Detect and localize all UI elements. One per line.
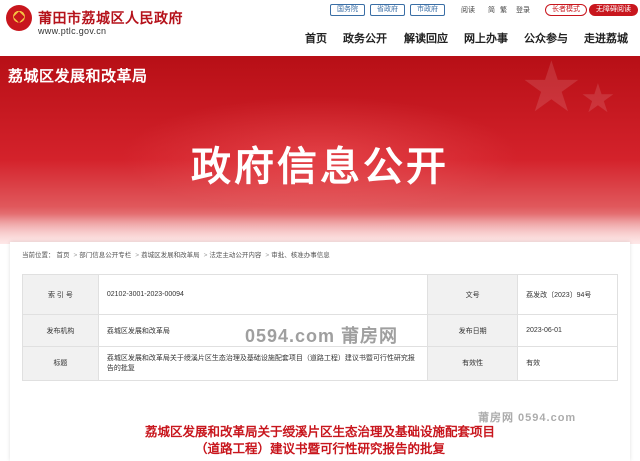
breadcrumb-item[interactable]: 荔城区发展和改革局	[141, 252, 200, 259]
breadcrumb-item[interactable]: 审批、核准办事信息	[271, 252, 330, 259]
title-value: 荔城区发展和改革局关于绶溪片区生态治理及基础设施配套项目（道路工程）建议书暨可行…	[97, 346, 429, 381]
breadcrumb: 当前位置： 首页 > 部门信息公开专栏 > 荔城区发展和改革局 > 法定主动公开内容 > 审批、核…	[22, 249, 332, 259]
document-title-line: 荔城区发展和改革局关于绶溪片区生态治理及基础设施配套项目	[144, 425, 495, 439]
breadcrumb-item[interactable]: 法定主动公开内容	[209, 252, 261, 259]
breadcrumb-separator: >	[73, 252, 78, 259]
publish-date-value: 2023-06-01	[517, 314, 618, 347]
document-title: 荔城区发展和改革局关于绶溪片区生态治理及基础设施配套项目 （道路工程）建议书暨可…	[10, 424, 630, 458]
banner-title: 政府信息公开	[191, 145, 449, 189]
traditional-link[interactable]: 繁	[500, 5, 507, 15]
breadcrumb-separator: >	[135, 252, 140, 259]
breadcrumb-item[interactable]: 首页	[57, 252, 70, 259]
top-link-province[interactable]: 省政府	[370, 4, 405, 16]
nav-home[interactable]: 首页	[305, 30, 327, 46]
document-title-line: （道路工程）建议书暨可行性研究报告的批复	[194, 442, 445, 456]
star-decoration-icon: ★	[580, 77, 616, 121]
elder-mode-button[interactable]: 长者模式	[545, 4, 587, 16]
validity-value: 有效	[517, 346, 618, 381]
top-link-state-council[interactable]: 国务院	[330, 4, 365, 16]
nav-interpretation[interactable]: 解读回应	[404, 30, 448, 46]
document-number-value: 荔发改〔2023〕94号	[517, 274, 618, 315]
table-row: 标题 荔城区发展和改革局关于绶溪片区生态治理及基础设施配套项目（道路工程）建议书…	[22, 346, 618, 381]
site-title[interactable]: 莆田市荔城区人民政府	[38, 8, 183, 28]
site-header: 莆田市荔城区人民政府 www.ptlc.gov.cn 国务院 省政府 市政府 阅…	[0, 0, 640, 56]
site-url: www.ptlc.gov.cn	[38, 26, 107, 36]
title-label: 标题	[22, 346, 99, 381]
breadcrumb-item[interactable]: 部门信息公开专栏	[79, 252, 131, 259]
breadcrumb-separator: >	[203, 252, 208, 259]
publisher-label: 发布机构	[22, 314, 99, 347]
nav-online-services[interactable]: 网上办事	[464, 30, 508, 46]
read-aloud-link[interactable]: 阅读	[461, 5, 475, 15]
accessibility-button[interactable]: 无障碍阅读	[589, 4, 638, 16]
nav-about-licheng[interactable]: 走进荔城	[584, 30, 628, 46]
page: 莆田市荔城区人民政府 www.ptlc.gov.cn 国务院 省政府 市政府 阅…	[0, 0, 640, 461]
banner: ★ ★ 荔城区发展和改革局 政府信息公开	[0, 56, 640, 244]
index-number-value: 02102-3001-2023-00094	[97, 274, 429, 315]
breadcrumb-separator: >	[265, 252, 270, 259]
publish-date-label: 发布日期	[427, 314, 519, 347]
table-row: 发布机构 荔城区发展和改革局 发布日期 2023-06-01	[22, 314, 618, 347]
index-number-label: 索 引 号	[22, 274, 99, 315]
banner-fade	[0, 214, 640, 244]
document-number-label: 文号	[427, 274, 519, 315]
national-emblem-icon	[6, 5, 32, 31]
nav-public-participation[interactable]: 公众参与	[524, 30, 568, 46]
top-link-city[interactable]: 市政府	[410, 4, 445, 16]
nav-gov-affairs[interactable]: 政务公开	[343, 30, 387, 46]
department-name: 荔城区发展和改革局	[8, 68, 148, 85]
breadcrumb-prefix: 当前位置：	[22, 252, 55, 259]
document-meta-table: 索 引 号 02102-3001-2023-00094 文号 荔发改〔2023〕…	[22, 274, 618, 381]
content-card: 当前位置： 首页 > 部门信息公开专栏 > 荔城区发展和改革局 > 法定主动公开内容 > 审批、核…	[10, 242, 630, 461]
publisher-value: 荔城区发展和改革局	[97, 314, 429, 347]
table-row: 索 引 号 02102-3001-2023-00094 文号 荔发改〔2023〕…	[22, 274, 618, 315]
star-decoration-icon: ★	[520, 56, 583, 126]
validity-label: 有效性	[427, 346, 519, 381]
login-link[interactable]: 登录	[516, 5, 530, 15]
simplified-link[interactable]: 简	[488, 5, 495, 15]
